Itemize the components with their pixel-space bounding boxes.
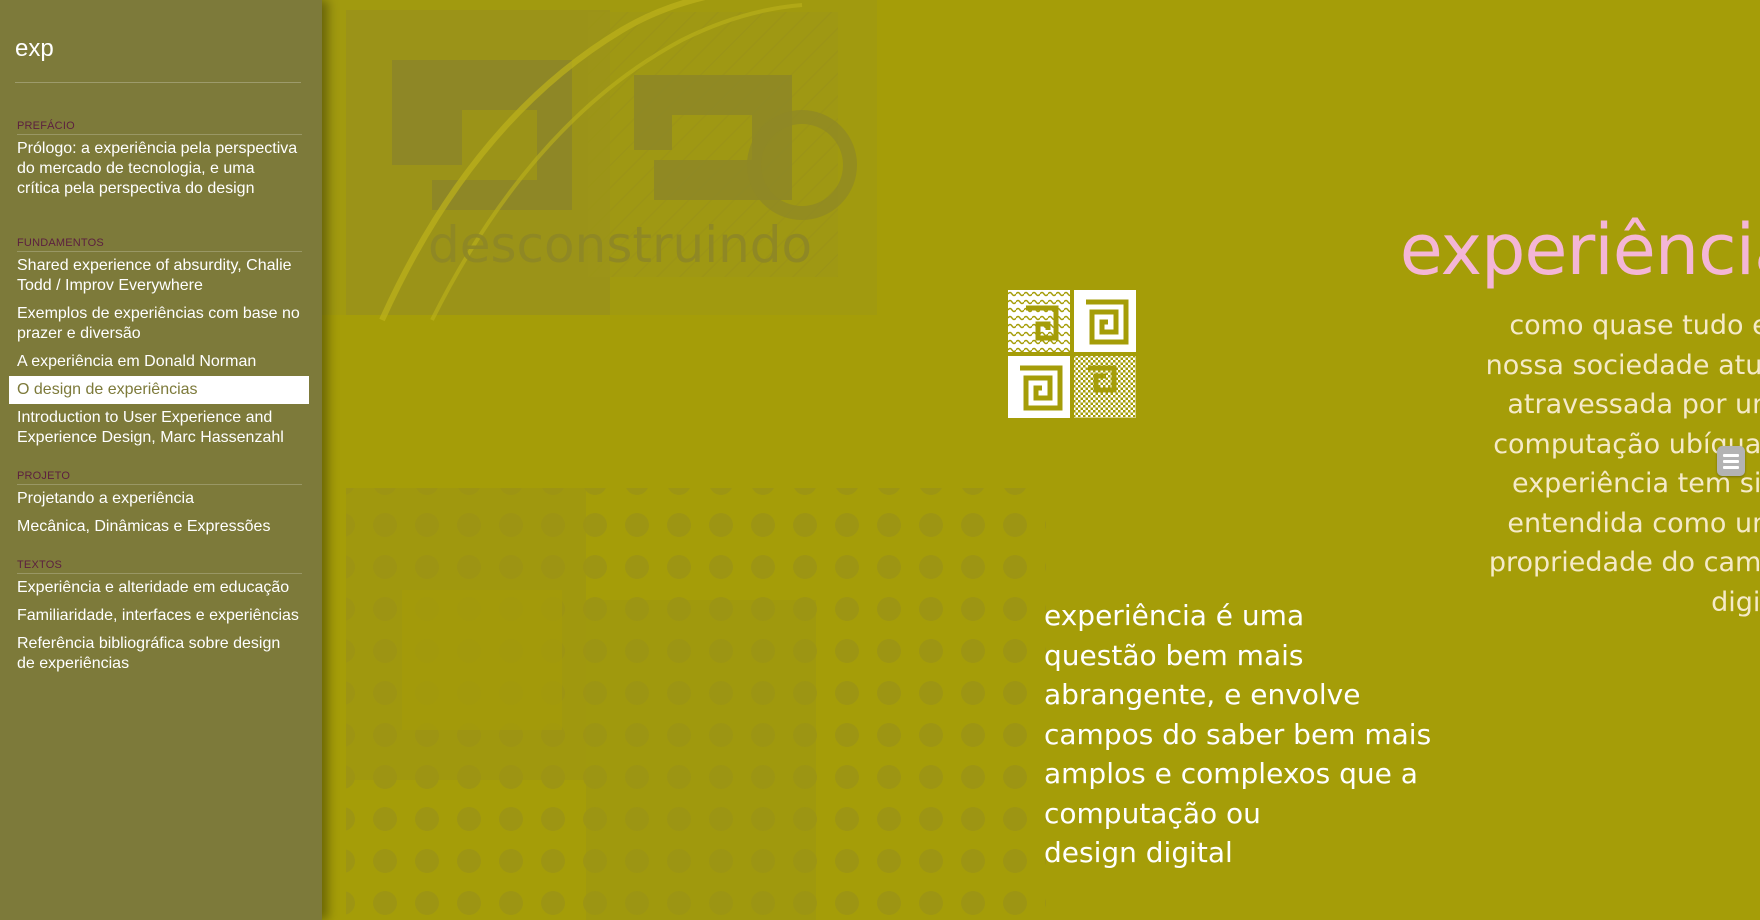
- search-divider: [15, 82, 301, 83]
- toc-item[interactable]: Introduction to User Experience and Expe…: [9, 404, 309, 452]
- toc-item-active[interactable]: O design de experiências: [9, 376, 309, 404]
- section-title: PREFÁCIO: [17, 120, 302, 135]
- menu-bar: [1723, 466, 1739, 469]
- toc-item[interactable]: Prólogo: a experiência pela perspectiva …: [9, 135, 309, 203]
- section-title: FUNDAMENTOS: [17, 237, 302, 252]
- toc-section-projeto: PROJETO Projetando a experiência Mecânic…: [9, 470, 309, 541]
- background-watermark-text: desconstruindo: [428, 216, 812, 274]
- section-title: PROJETO: [17, 470, 302, 485]
- app-window: PREFÁCIO Prólogo: a experiência pela per…: [0, 0, 1760, 920]
- section-title: TEXTOS: [17, 559, 302, 574]
- main-content: desconstruindo experiência como quase tu…: [322, 0, 1760, 920]
- toc-item[interactable]: Projetando a experiência: [9, 485, 309, 513]
- toc-item[interactable]: Shared experience of absurdity, Chalie T…: [9, 252, 309, 300]
- menu-bar: [1723, 460, 1739, 463]
- toc-section-prefacio: PREFÁCIO Prólogo: a experiência pela per…: [9, 120, 309, 203]
- toc-section-fundamentos: FUNDAMENTOS Shared experience of absurdi…: [9, 237, 309, 452]
- toc-section-textos: TEXTOS Experiência e alteridade em educa…: [9, 559, 309, 678]
- toc-item[interactable]: Mecânica, Dinâmicas e Expressões: [9, 513, 309, 541]
- menu-bar: [1723, 454, 1739, 457]
- hero-body-text: experiência é uma questão bem mais abran…: [1044, 599, 1432, 869]
- toc-item[interactable]: Familiaridade, interfaces e experiências: [9, 602, 309, 630]
- table-of-contents: PREFÁCIO Prólogo: a experiência pela per…: [9, 120, 309, 696]
- toc-item[interactable]: A experiência em Donald Norman: [9, 348, 309, 376]
- sidebar: PREFÁCIO Prólogo: a experiência pela per…: [0, 0, 322, 920]
- hero-title: experiência: [1399, 209, 1760, 291]
- hero-intro-text: como quase tudo em nossa sociedade atual…: [1485, 310, 1760, 618]
- toc-item[interactable]: Referência bibliográfica sobre design de…: [9, 630, 309, 678]
- search-input[interactable]: [15, 30, 301, 68]
- hamburger-menu-icon[interactable]: [1717, 446, 1745, 476]
- toc-item[interactable]: Exemplos de experiências com base no pra…: [9, 300, 309, 348]
- toc-item[interactable]: Experiência e alteridade em educação: [9, 574, 309, 602]
